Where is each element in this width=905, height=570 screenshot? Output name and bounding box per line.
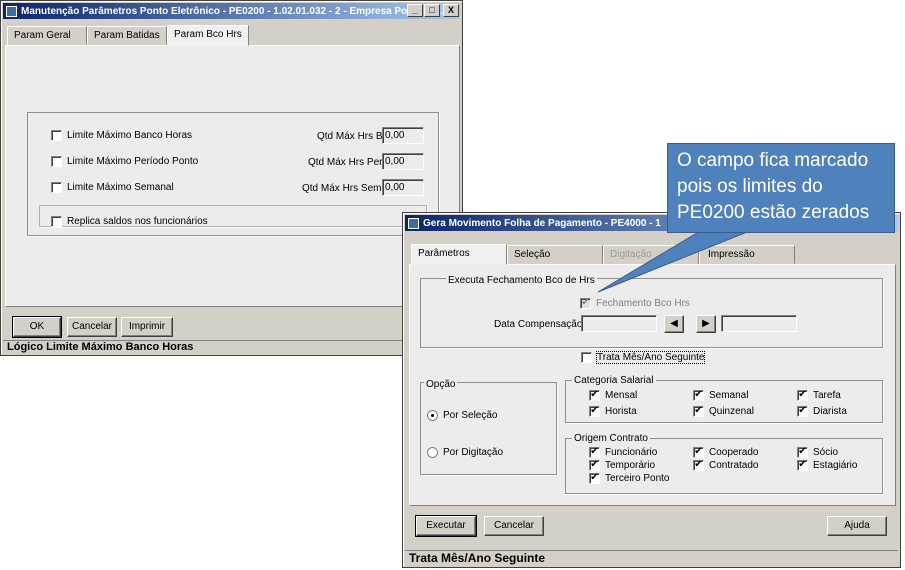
callout-line-3: PE0200 estão zerados	[677, 202, 870, 223]
callout-pointer	[597, 229, 753, 293]
callout-line-1: O campo fica marcado	[677, 150, 869, 171]
callout-line-2: pois os limites do	[677, 176, 823, 197]
annotation-callout: O campo fica marcado pois os limites do …	[667, 143, 895, 233]
